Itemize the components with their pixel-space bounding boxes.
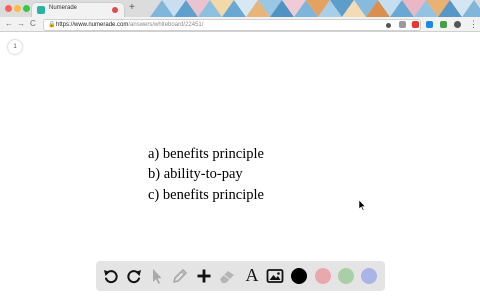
forward-button[interactable]: → (17, 18, 25, 30)
color-swatch-green[interactable] (338, 268, 354, 284)
browser-menu-icon[interactable]: ⋮ (469, 18, 478, 30)
mouse-cursor-icon (359, 200, 366, 211)
tab-close-icon[interactable] (112, 7, 118, 13)
decorative-pattern (150, 0, 480, 17)
extension-icon[interactable] (412, 21, 419, 28)
eraser-icon[interactable] (218, 267, 236, 285)
drawing-toolbar: A (96, 261, 385, 291)
reload-button[interactable]: C (30, 18, 36, 30)
close-window-button[interactable] (5, 5, 12, 12)
extension-icon[interactable] (426, 21, 433, 28)
minimize-window-button[interactable] (14, 5, 21, 12)
tab-title: Numerade (49, 5, 78, 11)
browser-title-bar: Numerade + (0, 0, 480, 17)
profile-avatar-icon[interactable] (454, 21, 461, 28)
maximize-window-button[interactable] (23, 5, 30, 12)
back-button[interactable]: ← (5, 18, 13, 30)
text-icon[interactable]: A (243, 265, 261, 285)
image-icon[interactable] (266, 267, 284, 285)
pencil-icon[interactable] (171, 267, 189, 285)
url-host: https://www.numerade.com (56, 22, 129, 28)
answer-line-c: c) benefits principle (148, 187, 264, 203)
pointer-icon[interactable] (147, 267, 165, 285)
browser-tab[interactable]: Numerade (32, 3, 124, 17)
url-path: /answers/whiteboard/22451/ (128, 22, 204, 28)
page-number-badge[interactable]: 1 (8, 40, 22, 54)
extension-icon[interactable] (386, 23, 391, 28)
browser-toolbar: ← → C 🔒 https://www.numerade.com/answers… (0, 17, 480, 32)
answer-line-a: a) benefits principle (148, 146, 264, 162)
address-url: https://www.numerade.com/answers/whitebo… (56, 21, 203, 29)
redo-icon[interactable] (125, 267, 143, 285)
numerade-favicon-icon (37, 6, 45, 14)
color-swatch-blue[interactable] (361, 268, 377, 284)
new-tab-button[interactable]: + (129, 1, 135, 15)
extension-icon[interactable] (399, 21, 406, 28)
color-swatch-pink[interactable] (315, 268, 331, 284)
extension-icon[interactable] (440, 21, 447, 28)
undo-icon[interactable] (102, 267, 120, 285)
lock-icon: 🔒 (48, 22, 56, 28)
answer-line-b: b) ability-to-pay (148, 166, 243, 182)
address-bar[interactable]: 🔒 https://www.numerade.com/answers/white… (43, 19, 421, 31)
add-icon[interactable] (195, 267, 213, 285)
color-swatch-black[interactable] (291, 268, 307, 284)
